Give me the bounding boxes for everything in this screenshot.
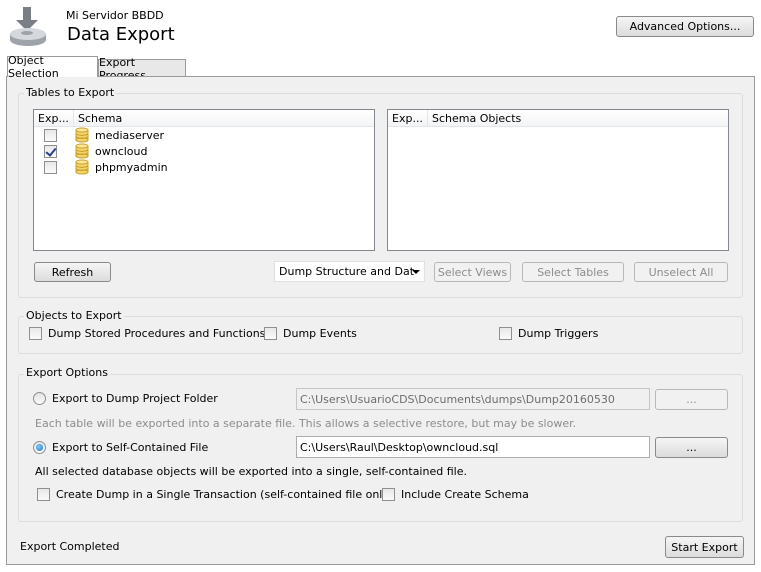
dump-mode-select[interactable]: Dump Structure and Dat <box>274 261 425 282</box>
dump-routines-option[interactable]: Dump Stored Procedures and Functions <box>29 327 265 340</box>
schema-list[interactable]: Exp... Schema mediaserver owncloud phpmy… <box>33 109 375 251</box>
start-export-button[interactable]: Start Export <box>665 536 744 558</box>
dump-triggers-checkbox[interactable] <box>499 327 512 340</box>
single-transaction-label: Create Dump in a Single Transaction (sel… <box>56 488 394 501</box>
tab-export-progress[interactable]: Export Progress <box>98 56 186 82</box>
page-title: Data Export <box>67 24 175 45</box>
export-dump-folder-radio[interactable] <box>33 392 46 405</box>
single-transaction-option[interactable]: Create Dump in a Single Transaction (sel… <box>37 488 393 501</box>
export-dump-folder-option[interactable]: Export to Dump Project Folder <box>33 392 218 405</box>
export-self-contained-label: Export to Self-Contained File <box>52 441 209 454</box>
schema-name: mediaserver <box>95 128 165 142</box>
dump-folder-browse-button[interactable]: ... <box>655 389 728 410</box>
export-self-contained-radio[interactable] <box>33 441 46 454</box>
dump-events-label: Dump Events <box>283 327 357 340</box>
schema-name: owncloud <box>95 144 148 158</box>
server-name: Mi Servidor BBDD <box>66 9 164 22</box>
export-dump-folder-label: Export to Dump Project Folder <box>52 392 218 405</box>
dump-events-option[interactable]: Dump Events <box>264 327 357 340</box>
schema-name: phpmyadmin <box>95 160 168 174</box>
unselect-all-button[interactable]: Unselect All <box>634 262 728 282</box>
export-status: Export Completed <box>20 540 120 553</box>
self-contained-hint: All selected database objects will be ex… <box>35 465 467 478</box>
self-contained-browse-button[interactable]: ... <box>655 437 728 458</box>
export-options-label: Export Options <box>24 366 110 379</box>
database-icon <box>75 127 89 143</box>
objects-to-export-label: Objects to Export <box>24 309 124 322</box>
tables-to-export-label: Tables to Export <box>24 86 117 99</box>
column-schema[interactable]: Schema <box>74 112 122 125</box>
dump-triggers-label: Dump Triggers <box>518 327 599 340</box>
column-schema-objects[interactable]: Schema Objects <box>428 112 521 125</box>
schema-row[interactable]: phpmyadmin <box>34 159 374 175</box>
include-create-schema-option[interactable]: Include Create Schema <box>382 488 529 501</box>
schema-checkbox[interactable] <box>44 144 57 158</box>
database-icon <box>75 159 89 175</box>
schema-list-header: Exp... Schema <box>34 110 374 127</box>
database-icon <box>75 143 89 159</box>
dump-routines-checkbox[interactable] <box>29 327 42 340</box>
advanced-options-button[interactable]: Advanced Options... <box>616 16 754 37</box>
schema-objects-list[interactable]: Exp... Schema Objects <box>387 109 729 251</box>
refresh-button[interactable]: Refresh <box>34 262 111 282</box>
dump-folder-path-field[interactable]: C:\Users\UsuarioCDS\Documents\dumps\Dump… <box>296 388 650 410</box>
column-export[interactable]: Exp... <box>388 110 428 126</box>
select-views-button[interactable]: Select Views <box>434 262 511 282</box>
tab-object-selection[interactable]: Object Selection <box>7 54 98 80</box>
export-self-contained-option[interactable]: Export to Self-Contained File <box>33 441 208 454</box>
self-contained-path-field[interactable]: C:\Users\Raul\Desktop\owncloud.sql <box>296 436 650 458</box>
dump-events-checkbox[interactable] <box>264 327 277 340</box>
schema-checkbox[interactable] <box>44 128 57 142</box>
data-export-icon <box>10 7 46 46</box>
include-create-schema-checkbox[interactable] <box>382 488 395 501</box>
dump-routines-label: Dump Stored Procedures and Functions <box>48 327 266 340</box>
schema-checkbox[interactable] <box>44 160 57 174</box>
dump-folder-hint: Each table will be exported into a separ… <box>35 417 577 430</box>
schema-row[interactable]: owncloud <box>34 143 374 159</box>
select-tables-button[interactable]: Select Tables <box>522 262 624 282</box>
include-create-schema-label: Include Create Schema <box>401 488 529 501</box>
column-export[interactable]: Exp... <box>34 110 74 126</box>
single-transaction-checkbox[interactable] <box>37 488 50 501</box>
schema-objects-header: Exp... Schema Objects <box>388 110 728 127</box>
chevron-down-icon <box>412 270 420 274</box>
dump-mode-value: Dump Structure and Dat <box>279 265 415 278</box>
schema-row[interactable]: mediaserver <box>34 127 374 143</box>
dump-triggers-option[interactable]: Dump Triggers <box>499 327 598 340</box>
